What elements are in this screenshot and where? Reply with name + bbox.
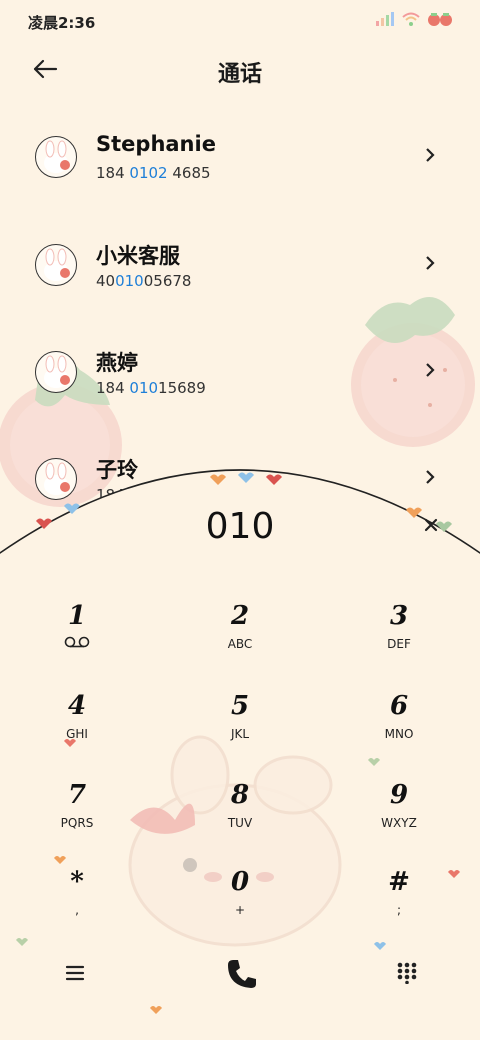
key-5[interactable]: 5 JKL [185,690,295,760]
key-star[interactable]: * , [22,866,132,936]
key-7[interactable]: 7 PQRS [22,779,132,849]
menu-icon [65,965,85,981]
voicemail-icon [64,636,90,648]
dialpad-toggle-button[interactable] [392,958,422,988]
phone-icon [228,960,256,988]
key-8[interactable]: 8 TUV [185,779,295,849]
key-0[interactable]: 0 + [185,866,295,936]
key-6[interactable]: 6 MNO [344,690,454,760]
key-9[interactable]: 9 WXYZ [344,779,454,849]
menu-button[interactable] [60,958,90,988]
key-3[interactable]: 3 DEF [344,600,454,670]
key-4[interactable]: 4 GHI [22,690,132,760]
call-button[interactable] [222,954,262,994]
close-icon [424,518,438,532]
key-1[interactable]: 1 [22,600,132,670]
clear-button[interactable] [420,514,442,536]
key-hash[interactable]: # ; [344,866,454,936]
dialed-number-display: 010 [205,506,275,547]
key-2[interactable]: 2 ABC [185,600,295,670]
dialpad-icon [397,962,417,984]
